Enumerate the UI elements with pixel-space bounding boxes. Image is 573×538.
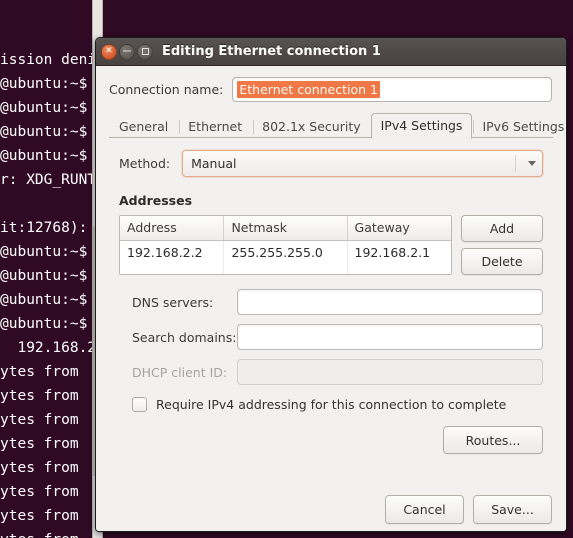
table-empty-row [120, 265, 451, 274]
settings-tabs: General Ethernet 802.1x Security IPv4 Setti… [96, 112, 566, 139]
table-row[interactable]: 192.168.2.2 255.255.255.0 192.168.2.1 [120, 240, 451, 265]
search-domains-input[interactable] [237, 324, 543, 350]
table-cell[interactable]: 192.168.2.1 [347, 240, 451, 265]
ipv4-settings-panel: Method: Manual Addresses Address Netmask G… [109, 138, 553, 515]
maximize-glyph [141, 48, 149, 55]
dialog-body: Connection name: Ethernet connection 1 G… [96, 66, 566, 531]
minimize-icon[interactable] [119, 43, 135, 60]
dns-servers-row: DNS servers: [119, 289, 543, 315]
close-icon[interactable]: × [101, 43, 117, 60]
edit-connection-dialog: × Editing Ethernet connection 1 Connecti… [95, 37, 567, 532]
method-label: Method: [119, 156, 171, 171]
delete-address-button[interactable]: Delete [461, 248, 543, 275]
require-ipv4-label: Require IPv4 addressing for this connect… [156, 397, 507, 412]
column-header[interactable]: Gateway [347, 216, 451, 241]
save-button[interactable]: Save... [473, 494, 552, 524]
method-value: Manual [191, 156, 237, 171]
cancel-button[interactable]: Cancel [385, 494, 464, 524]
screen: ission denied (publickey,password).@ubun… [0, 0, 573, 538]
column-header[interactable]: Address [120, 216, 225, 241]
tab-ipv6-settings[interactable]: IPv6 Settings [472, 114, 566, 139]
dialog-footer: Cancel Save... [96, 487, 566, 531]
routes-button[interactable]: Routes... [443, 426, 543, 454]
connection-name-value: Ethernet connection 1 [237, 81, 380, 98]
table-cell[interactable]: 192.168.2.2 [120, 240, 225, 265]
maximize-icon[interactable] [137, 43, 153, 60]
table-cell[interactable]: 255.255.255.0 [223, 240, 348, 265]
addresses-title: Addresses [119, 193, 193, 208]
connection-name-input[interactable]: Ethernet connection 1 [232, 77, 552, 102]
addresses-table[interactable]: Address Netmask Gateway 192.168.2.2 255.255… [119, 215, 452, 275]
search-domains-row: Search domains: [119, 324, 543, 350]
chevron-down-icon [528, 161, 536, 166]
dhcp-client-id-row: DHCP client ID: [119, 359, 543, 385]
column-header[interactable]: Netmask [223, 216, 348, 241]
dhcp-client-id-input [237, 359, 543, 385]
table-empty-cell [347, 265, 451, 274]
close-glyph: × [105, 45, 113, 56]
dns-servers-label: DNS servers: [132, 294, 214, 310]
method-dropdown[interactable]: Manual [182, 150, 543, 177]
table-header-row: Address Netmask Gateway [120, 216, 451, 241]
tab-802-1x-security[interactable]: 802.1x Security [252, 114, 371, 139]
require-ipv4-row[interactable]: Require IPv4 addressing for this connect… [119, 397, 543, 412]
dns-servers-input[interactable] [237, 289, 543, 315]
dialog-title: Editing Ethernet connection 1 [162, 44, 381, 59]
minimize-glyph [123, 50, 131, 52]
routes-row: Routes... [119, 426, 543, 454]
table-empty-cell [223, 265, 348, 274]
ip-fields: DNS servers: Search domains: DHCP client I… [119, 289, 543, 385]
addresses-area: Address Netmask Gateway 192.168.2.2 255.255… [119, 215, 543, 275]
addresses-buttons: Add Delete [461, 215, 543, 275]
window-controls: × [101, 43, 153, 60]
method-row: Method: Manual [119, 150, 543, 177]
table-empty-cell [120, 265, 225, 274]
table-body: 192.168.2.2 255.255.255.0 192.168.2.1 [120, 240, 451, 274]
search-domains-label: Search domains: [132, 329, 237, 345]
tab-ethernet[interactable]: Ethernet [178, 114, 252, 139]
dialog-titlebar[interactable]: × Editing Ethernet connection 1 [96, 38, 566, 66]
tab-general[interactable]: General [109, 114, 178, 139]
connection-name-row: Connection name: Ethernet connection 1 [96, 66, 566, 112]
connection-name-label: Connection name: [109, 82, 224, 97]
add-address-button[interactable]: Add [461, 215, 543, 242]
tabs-underline [109, 137, 553, 138]
tab-ipv4-settings[interactable]: IPv4 Settings [370, 113, 473, 139]
combo-divider [515, 155, 516, 172]
dhcp-client-id-label: DHCP client ID: [132, 364, 228, 380]
require-ipv4-checkbox[interactable] [132, 397, 147, 412]
